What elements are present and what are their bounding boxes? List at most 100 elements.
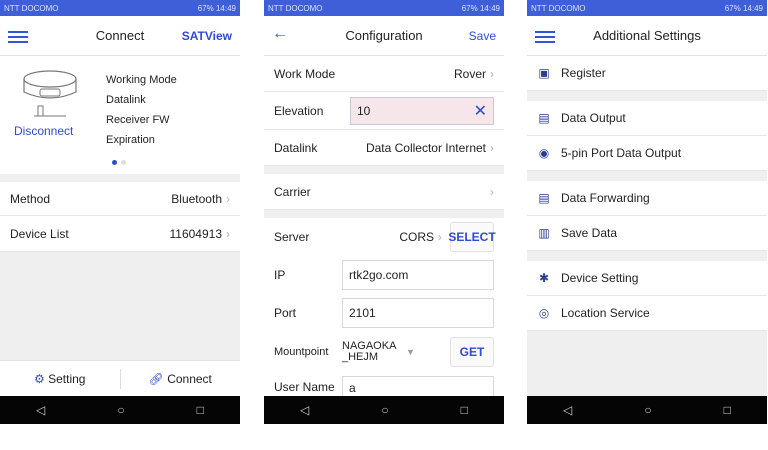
info-expiration: Expiration [106, 134, 155, 146]
device-list-row[interactable]: Device List 11604913 › [0, 216, 240, 252]
footer-bar: ⚙ Setting 🔗︎ Connect [0, 360, 240, 396]
nav-recents-icon[interactable]: □ [724, 403, 731, 417]
register-item[interactable]: ▣ Register [527, 56, 767, 91]
data-forwarding-icon: ▤ [538, 191, 550, 205]
data-output-icon: ▤ [538, 111, 550, 125]
nav-recents-icon[interactable]: □ [197, 403, 204, 417]
carrier-text: NTT DOCOMO [4, 3, 59, 13]
status-bar: NTT DOCOMO 67% 14:49 [527, 0, 767, 16]
elevation-label: Elevation [274, 103, 324, 118]
status-bar: NTT DOCOMO 67% 14:49 [0, 0, 240, 16]
port-row: Port 2101 [264, 294, 504, 332]
save-data-item[interactable]: ▥ Save Data [527, 216, 767, 251]
disconnect-label[interactable]: Disconnect [14, 124, 73, 138]
five-pin-output-item[interactable]: ◉ 5-pin Port Data Output [527, 136, 767, 171]
five-pin-output-label: 5-pin Port Data Output [561, 146, 682, 160]
register-label: Register [561, 66, 606, 80]
method-label: Method [10, 191, 51, 206]
mountpoint-label: Mountpoint [274, 346, 329, 358]
gear-icon: ⚙ [34, 371, 45, 386]
nav-home-icon[interactable]: ○ [381, 403, 388, 417]
nav-recents-icon[interactable]: □ [461, 403, 468, 417]
connect-button[interactable]: 🔗︎ Connect [121, 372, 241, 386]
status-right-text: 67% 14:49 [461, 3, 500, 13]
username-value: a [349, 381, 356, 395]
work-mode-row[interactable]: Work Mode Rover › [264, 56, 504, 92]
data-output-label: Data Output [561, 111, 626, 125]
data-output-item[interactable]: ▤ Data Output [527, 101, 767, 136]
work-mode-value: Rover [453, 66, 486, 81]
mountpoint-row: Mountpoint NAGAOKA_HEJM ▼ GET [264, 332, 504, 372]
connect-screen: NTT DOCOMO 67% 14:49 Connect SATView Dis… [0, 0, 240, 424]
location-service-item[interactable]: ◎ Location Service [527, 296, 767, 331]
status-bar: NTT DOCOMO 67% 14:49 [264, 0, 504, 16]
ip-row: IP rtk2go.com [264, 256, 504, 294]
configuration-screen: NTT DOCOMO 67% 14:49 ← Configuration Sav… [264, 0, 504, 424]
get-button[interactable]: GET [450, 337, 494, 367]
setting-button[interactable]: ⚙ Setting [0, 372, 120, 386]
save-button[interactable]: Save [469, 29, 496, 43]
nav-home-icon[interactable]: ○ [117, 403, 124, 417]
server-label: Server [274, 230, 310, 244]
mountpoint-select[interactable]: NAGAOKA_HEJM ▼ [342, 341, 450, 363]
ip-input[interactable]: rtk2go.com [342, 260, 494, 290]
server-row: Server CORS › SELECT [264, 218, 504, 256]
app-bar: Additional Settings [527, 16, 767, 56]
port-input[interactable]: 2101 [342, 298, 494, 328]
status-right-text: 67% 14:49 [197, 3, 236, 13]
port-label: Port [274, 306, 297, 320]
nav-home-icon[interactable]: ○ [644, 403, 651, 417]
save-data-label: Save Data [561, 226, 618, 240]
chevron-right-icon: › [226, 191, 230, 206]
receiver-icon [23, 70, 77, 117]
save-data-icon: ▥ [538, 226, 550, 240]
carrier-row[interactable]: Carrier › [264, 174, 504, 210]
dropdown-icon: ▼ [406, 346, 415, 357]
method-row[interactable]: Method Bluetooth › [0, 182, 240, 216]
datalink-row[interactable]: Datalink Data Collector Internet › [264, 130, 504, 166]
chevron-right-icon: › [490, 66, 494, 81]
nav-back-icon[interactable]: ◁ [300, 403, 309, 417]
elevation-input[interactable]: 10 ✕ [350, 96, 494, 125]
system-nav-bar: ◁ ○ □ [264, 396, 504, 424]
connect-label: Connect [167, 371, 212, 386]
data-forwarding-label: Data Forwarding [561, 191, 650, 205]
nav-back-icon[interactable]: ◁ [563, 403, 572, 417]
elevation-row: Elevation 10 ✕ [264, 92, 504, 130]
page-title: Additional Settings [593, 28, 701, 43]
device-info-list: Working Mode Datalink Receiver FW Expira… [106, 70, 177, 150]
chevron-right-icon: › [490, 184, 494, 199]
server-value[interactable]: CORS [399, 230, 434, 244]
device-setting-item[interactable]: ✱ Device Setting [527, 261, 767, 296]
system-nav-bar: ◁ ○ □ [527, 396, 767, 424]
chevron-right-icon: › [438, 230, 442, 244]
chevron-right-icon: › [490, 140, 494, 155]
link-icon: 🔗︎ [148, 371, 164, 386]
ip-value: rtk2go.com [349, 268, 409, 282]
ip-label: IP [274, 268, 286, 282]
work-mode-label: Work Mode [274, 66, 336, 81]
location-icon: ◎ [538, 306, 550, 320]
datalink-value: Data Collector Internet [365, 140, 486, 155]
carrier-text: NTT DOCOMO [531, 3, 586, 13]
carrier-text: NTT DOCOMO [268, 3, 323, 13]
info-receiver-fw: Receiver FW [106, 114, 170, 126]
nav-back-icon[interactable]: ◁ [36, 403, 45, 417]
device-setting-label: Device Setting [561, 271, 639, 285]
app-bar: ← Configuration Save [264, 16, 504, 56]
close-icon[interactable]: ✕ [474, 101, 487, 121]
setting-label: Setting [48, 371, 86, 386]
satview-button[interactable]: SATView [182, 29, 232, 43]
mountpoint-value: NAGAOKA_HEJM [342, 340, 397, 363]
info-working-mode: Working Mode [106, 74, 177, 86]
select-button[interactable]: SELECT [448, 222, 496, 252]
status-right-text: 67% 14:49 [724, 3, 763, 13]
data-forwarding-item[interactable]: ▤ Data Forwarding [527, 181, 767, 216]
elevation-value: 10 [357, 103, 371, 118]
device-list-value: 11604913 [169, 226, 223, 241]
info-datalink: Datalink [106, 94, 146, 106]
device-card: Disconnect Working Mode Datalink Receive… [0, 56, 240, 174]
carrier-label: Carrier [274, 184, 311, 199]
additional-settings-screen: NTT DOCOMO 67% 14:49 Additional Settings… [527, 0, 767, 424]
device-list-label: Device List [10, 226, 69, 241]
